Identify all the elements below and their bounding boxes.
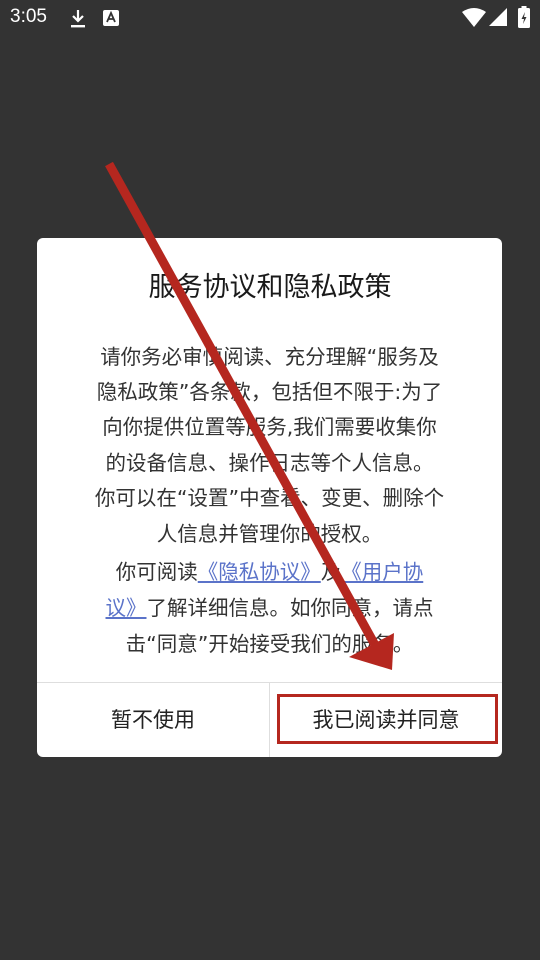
download-icon xyxy=(71,10,85,28)
dialog-link-line-2: 议》了解详细信息。如你同意，请点 xyxy=(37,591,502,621)
dialog-body-line-1: 请你务必审慎阅读、充分理解“服务及 xyxy=(100,345,439,369)
and-text: 及 xyxy=(320,560,342,584)
dialog-last-line: 击“同意”开始接受我们的服务。 xyxy=(125,632,414,656)
user-agreement-link-part1[interactable]: 《用户协 xyxy=(341,560,423,584)
user-agreement-link-part2[interactable]: 议》 xyxy=(106,596,147,620)
status-bar: 3:05 xyxy=(0,0,540,36)
dialog-link-line-1: 你可阅读《隐私协议》及《用户协 xyxy=(37,555,502,585)
battery-icon xyxy=(518,6,530,28)
dialog-title: 服务协议和隐私政策 xyxy=(148,272,392,303)
dialog-body-line-6: 人信息并管理你的授权。 xyxy=(156,522,383,546)
dialog-body-line-5: 你可以在“设置”中查看、变更、删除个 xyxy=(94,486,445,510)
dialog-body-line-4: 的设备信息、操作日志等个人信息。 xyxy=(105,451,434,475)
font-icon xyxy=(103,10,119,26)
details-text: 了解详细信息。如你同意，请点 xyxy=(146,596,434,620)
dialog-body-line-3: 向你提供位置等服务,我们需要收集你 xyxy=(102,415,437,439)
wifi-icon xyxy=(462,8,486,27)
dialog-body-line-2: 隐私政策”各条款，包括但不限于:为了 xyxy=(96,380,443,404)
read-prefix-text: 你可阅读 xyxy=(115,560,198,584)
privacy-agreement-link[interactable]: 《隐私协议》 xyxy=(198,560,321,584)
status-time: 3:05 xyxy=(10,6,47,27)
signal-icon xyxy=(489,8,507,26)
annotation-highlight-box xyxy=(277,694,498,744)
decline-button[interactable]: 暂不使用 xyxy=(37,683,269,757)
